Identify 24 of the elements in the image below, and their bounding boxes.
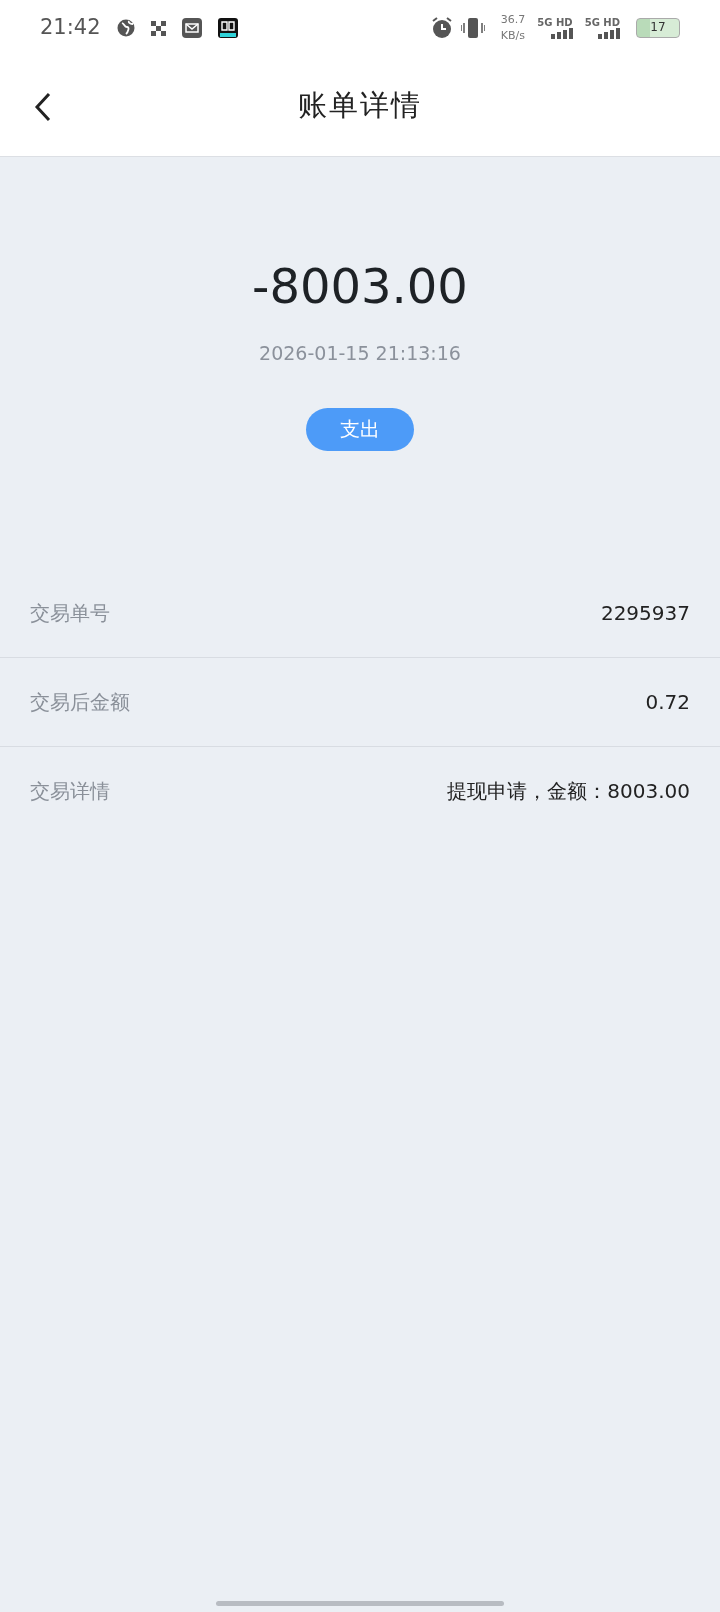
detail-label: 交易详情 [30, 778, 110, 805]
type-tag: 支出 [306, 407, 414, 451]
status-time: 21:42 [40, 14, 101, 42]
battery-icon: 17 [636, 18, 680, 38]
globe-icon [116, 19, 135, 37]
network-type: 5G HD [584, 17, 620, 28]
detail-value: 0.72 [645, 688, 690, 716]
detail-value: 提现申请，金额：8003.00 [447, 778, 690, 805]
amount: -8003.00 [252, 262, 468, 310]
speed-unit: KB/s [500, 28, 526, 44]
detail-value: 2295937 [600, 599, 690, 627]
vibrate-icon [460, 17, 485, 39]
mail-icon [181, 18, 202, 38]
detail-label: 交易单号 [30, 599, 110, 627]
back-icon [34, 92, 52, 122]
detail-label: 交易后金额 [30, 688, 130, 716]
alarm-icon [430, 17, 453, 39]
grid-icon [150, 20, 166, 36]
transaction-time: 2026-01-15 21:13:16 [259, 341, 461, 366]
network-speed: 36.7 [500, 11, 526, 28]
page-title: 账单详情 [298, 87, 422, 125]
network-type: 5G HD [537, 17, 573, 28]
signal-icon [596, 28, 620, 39]
signal-icon [548, 28, 573, 39]
